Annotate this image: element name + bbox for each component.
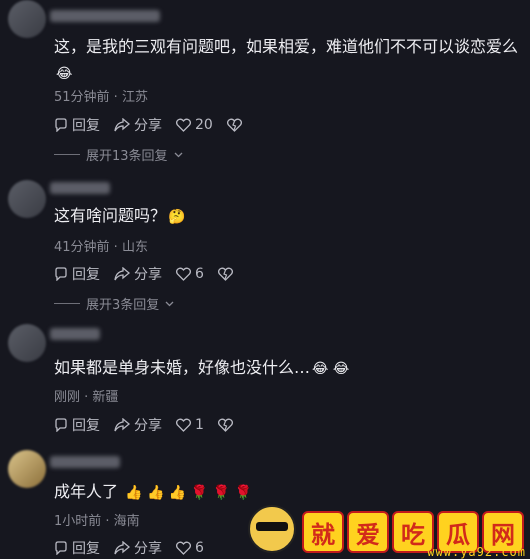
heart-icon [176, 541, 191, 555]
share-label: 分享 [134, 118, 162, 134]
comment-text: 成年人了 [54, 482, 119, 501]
comment-actions: 回复 分享 1 [54, 415, 233, 435]
reply-label: 回复 [72, 418, 100, 434]
reply-bubble-icon [55, 118, 67, 132]
like-button[interactable]: 1 [176, 417, 204, 433]
comment-emoji: 😂 [56, 65, 73, 82]
comment-text: 如果都是单身未婚，好像也没什么… [54, 358, 311, 377]
expand-label: 展开13条回复 [86, 149, 168, 164]
expand-replies[interactable]: 展开13条回复 [54, 145, 183, 164]
share-button[interactable]: 分享 [114, 538, 162, 558]
sunglasses-icon [256, 522, 288, 531]
comment-emoji: 🤔 [168, 208, 186, 225]
heart-icon [176, 267, 191, 281]
comment-meta: 1小时前 · 海南 [54, 514, 140, 529]
comment-meta: 41分钟前 · 山东 [54, 240, 148, 255]
reply-bubble-icon [55, 541, 67, 555]
username-blurred[interactable] [50, 182, 110, 194]
like-count: 1 [195, 417, 204, 433]
share-button[interactable]: 分享 [114, 115, 162, 135]
share-arrow-icon [114, 541, 130, 555]
comment-text: 这有啥问题吗？ [54, 206, 167, 225]
reply-bubble-icon [55, 267, 67, 281]
comment-emoji: 👍 👍 👍 🌹 🌹 🌹 [125, 484, 252, 501]
comment-actions: 回复 分享 6 [54, 264, 233, 284]
share-button[interactable]: 分享 [114, 264, 162, 284]
watermark-url: www.ya92.com [427, 545, 526, 559]
reply-label: 回复 [72, 267, 100, 283]
reply-label: 回复 [72, 541, 100, 557]
reply-button[interactable]: 回复 [54, 115, 100, 135]
dislike-button[interactable] [217, 267, 233, 281]
reply-label: 回复 [72, 118, 100, 134]
broken-heart-icon [226, 118, 242, 132]
broken-heart-icon [217, 267, 233, 281]
divider-line [54, 154, 80, 155]
like-count: 20 [195, 117, 213, 133]
expand-replies[interactable]: 展开3条回复 [54, 294, 174, 313]
watermark-char: 就 [302, 511, 344, 553]
comment-emoji: 😂 😂 [312, 360, 350, 377]
share-label: 分享 [134, 541, 162, 557]
like-count: 6 [195, 540, 204, 556]
divider-line [54, 303, 80, 304]
chevron-down-icon [165, 301, 174, 306]
expand-label: 展开3条回复 [86, 298, 160, 313]
like-button[interactable]: 6 [176, 540, 204, 556]
avatar[interactable] [8, 0, 46, 38]
comment-meta: 刚刚 · 新疆 [54, 390, 119, 405]
share-label: 分享 [134, 418, 162, 434]
heart-icon [176, 118, 191, 132]
reply-bubble-icon [55, 418, 67, 432]
chevron-down-icon [174, 152, 183, 157]
share-arrow-icon [114, 118, 130, 132]
reply-button[interactable]: 回复 [54, 415, 100, 435]
comment-meta: 51分钟前 · 江苏 [54, 90, 148, 105]
dislike-button[interactable] [217, 418, 233, 432]
sunglasses-face-icon [248, 505, 296, 553]
watermark-char: 爱 [347, 511, 389, 553]
comment-actions: 回复 分享 20 [54, 115, 242, 135]
avatar[interactable] [8, 450, 46, 488]
username-blurred[interactable] [50, 10, 160, 22]
share-label: 分享 [134, 267, 162, 283]
username-blurred[interactable] [50, 456, 120, 468]
dislike-button[interactable] [226, 118, 242, 132]
share-arrow-icon [114, 418, 130, 432]
avatar[interactable] [8, 180, 46, 218]
comment-actions: 回复 分享 6 [54, 538, 204, 558]
reply-button[interactable]: 回复 [54, 538, 100, 558]
like-button[interactable]: 6 [176, 266, 204, 282]
avatar[interactable] [8, 324, 46, 362]
share-arrow-icon [114, 267, 130, 281]
username-blurred[interactable] [50, 328, 100, 340]
reply-button[interactable]: 回复 [54, 264, 100, 284]
like-button[interactable]: 20 [176, 117, 213, 133]
like-count: 6 [195, 266, 204, 282]
heart-icon [176, 418, 191, 432]
share-button[interactable]: 分享 [114, 415, 162, 435]
comment-text: 这，是我的三观有问题吧，如果相爱，难道他们不不可以谈恋爱么 [54, 37, 519, 56]
broken-heart-icon [217, 418, 233, 432]
